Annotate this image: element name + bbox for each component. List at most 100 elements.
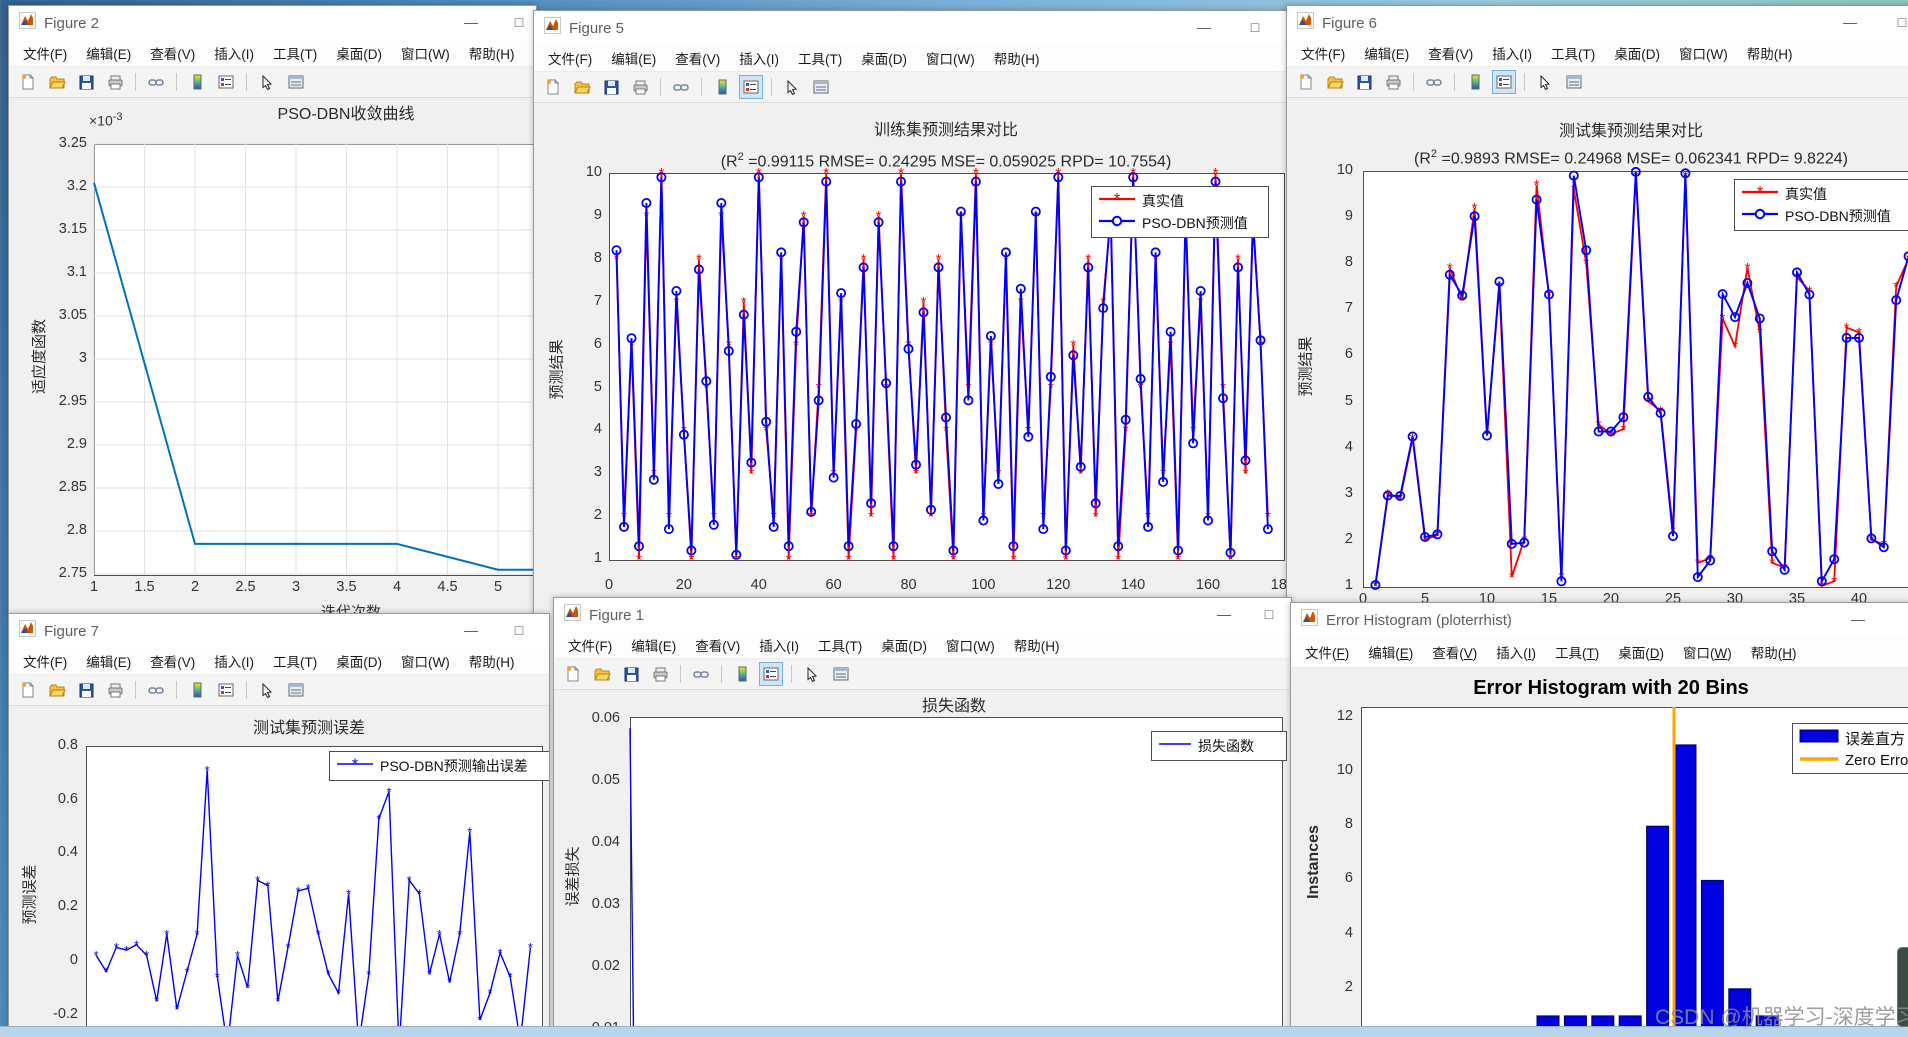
insert-legend-icon[interactable] bbox=[759, 662, 783, 686]
minimize-button[interactable]: — bbox=[456, 10, 486, 34]
titlebar-figure-2[interactable]: Figure 2 — □ bbox=[9, 6, 536, 40]
save-icon[interactable] bbox=[1352, 70, 1376, 94]
titlebar-figure-5[interactable]: Figure 5 — □ bbox=[534, 11, 1291, 45]
menu-item-编辑E[interactable]: 编辑(E) bbox=[86, 43, 131, 63]
print-icon[interactable] bbox=[103, 678, 127, 702]
menu-item-编辑E[interactable]: 编辑(E) bbox=[611, 48, 656, 68]
cursor-arrow-icon[interactable] bbox=[800, 662, 824, 686]
menu-item-文件F[interactable]: 文件(F) bbox=[1301, 43, 1345, 63]
maximize-button[interactable]: □ bbox=[1240, 15, 1270, 39]
open-folder-icon[interactable] bbox=[570, 75, 594, 99]
menu-item-工具T[interactable]: 工具(T) bbox=[818, 635, 862, 655]
new-document-icon[interactable] bbox=[541, 75, 565, 99]
new-document-icon[interactable] bbox=[16, 70, 40, 94]
legend-box[interactable]: * 真实值 PSO-DBN预测值 bbox=[1734, 179, 1908, 231]
print-icon[interactable] bbox=[103, 70, 127, 94]
menu-item-帮助H[interactable]: 帮助(H) bbox=[469, 651, 515, 671]
cursor-arrow-icon[interactable] bbox=[255, 678, 279, 702]
link-plots-icon[interactable] bbox=[144, 678, 168, 702]
cursor-arrow-icon[interactable] bbox=[1533, 70, 1557, 94]
menu-item-窗口W[interactable]: 窗口(W) bbox=[1683, 642, 1732, 662]
new-document-icon[interactable] bbox=[1294, 70, 1318, 94]
titlebar-error-histogram[interactable]: Error Histogram (ploterrhist) — bbox=[1291, 603, 1908, 637]
property-inspector-icon[interactable] bbox=[809, 75, 833, 99]
insert-legend-icon[interactable] bbox=[739, 75, 763, 99]
cursor-arrow-icon[interactable] bbox=[780, 75, 804, 99]
menu-item-文件F[interactable]: 文件(F) bbox=[23, 651, 67, 671]
minimize-button[interactable]: — bbox=[1189, 15, 1219, 39]
minimize-button[interactable]: — bbox=[456, 618, 486, 642]
menu-item-桌面D[interactable]: 桌面(D) bbox=[881, 635, 927, 655]
taskbar[interactable] bbox=[0, 1026, 1908, 1037]
menu-item-插入I[interactable]: 插入(I) bbox=[1492, 43, 1532, 63]
property-inspector-icon[interactable] bbox=[1562, 70, 1586, 94]
menu-item-查看V[interactable]: 查看(V) bbox=[1432, 642, 1477, 662]
print-icon[interactable] bbox=[648, 662, 672, 686]
menu-item-桌面D[interactable]: 桌面(D) bbox=[1618, 642, 1664, 662]
menu-item-桌面D[interactable]: 桌面(D) bbox=[1614, 43, 1660, 63]
menu-item-插入I[interactable]: 插入(I) bbox=[214, 43, 254, 63]
menu-item-插入I[interactable]: 插入(I) bbox=[1496, 642, 1536, 662]
menu-item-窗口W[interactable]: 窗口(W) bbox=[926, 48, 975, 68]
menu-item-查看V[interactable]: 查看(V) bbox=[695, 635, 740, 655]
print-icon[interactable] bbox=[1381, 70, 1405, 94]
maximize-button[interactable]: □ bbox=[504, 10, 534, 34]
menu-item-工具T[interactable]: 工具(T) bbox=[798, 48, 842, 68]
menu-item-插入I[interactable]: 插入(I) bbox=[214, 651, 254, 671]
menu-item-编辑E[interactable]: 编辑(E) bbox=[1364, 43, 1409, 63]
menu-item-工具T[interactable]: 工具(T) bbox=[273, 43, 317, 63]
minimize-button[interactable]: — bbox=[1209, 602, 1239, 626]
link-plots-icon[interactable] bbox=[144, 70, 168, 94]
menu-item-桌面D[interactable]: 桌面(D) bbox=[336, 651, 382, 671]
menu-item-窗口W[interactable]: 窗口(W) bbox=[946, 635, 995, 655]
menu-item-帮助H[interactable]: 帮助(H) bbox=[1747, 43, 1793, 63]
insert-legend-icon[interactable] bbox=[1492, 70, 1516, 94]
insert-legend-icon[interactable] bbox=[214, 70, 238, 94]
colorbar-icon[interactable] bbox=[185, 70, 209, 94]
menu-item-工具T[interactable]: 工具(T) bbox=[1551, 43, 1595, 63]
menu-item-查看V[interactable]: 查看(V) bbox=[150, 43, 195, 63]
menu-item-工具T[interactable]: 工具(T) bbox=[273, 651, 317, 671]
minimize-button[interactable]: — bbox=[1835, 10, 1865, 34]
insert-legend-icon[interactable] bbox=[214, 678, 238, 702]
new-document-icon[interactable] bbox=[561, 662, 585, 686]
menu-item-帮助H[interactable]: 帮助(H) bbox=[469, 43, 515, 63]
plot-area[interactable] bbox=[86, 746, 543, 1031]
menu-item-帮助H[interactable]: 帮助(H) bbox=[994, 48, 1040, 68]
menu-item-文件F[interactable]: 文件(F) bbox=[548, 48, 592, 68]
property-inspector-icon[interactable] bbox=[284, 70, 308, 94]
property-inspector-icon[interactable] bbox=[829, 662, 853, 686]
titlebar-figure-1[interactable]: Figure 1 — □ bbox=[554, 598, 1291, 632]
maximize-button[interactable]: □ bbox=[1254, 602, 1284, 626]
colorbar-icon[interactable] bbox=[1463, 70, 1487, 94]
legend-box[interactable]: 误差直方 Zero Erro bbox=[1792, 723, 1908, 774]
menu-item-文件F[interactable]: 文件(F) bbox=[1305, 642, 1349, 662]
colorbar-icon[interactable] bbox=[185, 678, 209, 702]
menu-item-编辑E[interactable]: 编辑(E) bbox=[1368, 642, 1413, 662]
menu-item-编辑E[interactable]: 编辑(E) bbox=[631, 635, 676, 655]
menu-item-窗口W[interactable]: 窗口(W) bbox=[401, 43, 450, 63]
titlebar-figure-6[interactable]: Figure 6 — □ bbox=[1287, 6, 1908, 40]
colorbar-icon[interactable] bbox=[730, 662, 754, 686]
menu-item-插入I[interactable]: 插入(I) bbox=[759, 635, 799, 655]
menu-item-桌面D[interactable]: 桌面(D) bbox=[861, 48, 907, 68]
new-document-icon[interactable] bbox=[16, 678, 40, 702]
save-icon[interactable] bbox=[74, 678, 98, 702]
menu-item-帮助H[interactable]: 帮助(H) bbox=[1751, 642, 1797, 662]
property-inspector-icon[interactable] bbox=[284, 678, 308, 702]
menu-item-文件F[interactable]: 文件(F) bbox=[568, 635, 612, 655]
minimize-button[interactable]: — bbox=[1843, 607, 1873, 631]
save-icon[interactable] bbox=[74, 70, 98, 94]
open-folder-icon[interactable] bbox=[590, 662, 614, 686]
legend-box[interactable]: * 真实值 PSO-DBN预测值 bbox=[1091, 186, 1269, 238]
plot-area[interactable] bbox=[1363, 171, 1908, 588]
menu-item-插入I[interactable]: 插入(I) bbox=[739, 48, 779, 68]
menu-item-查看V[interactable]: 查看(V) bbox=[1428, 43, 1473, 63]
legend-box[interactable]: 损失函数 bbox=[1151, 731, 1287, 761]
save-icon[interactable] bbox=[599, 75, 623, 99]
cursor-arrow-icon[interactable] bbox=[255, 70, 279, 94]
maximize-button[interactable]: □ bbox=[504, 618, 534, 642]
link-plots-icon[interactable] bbox=[689, 662, 713, 686]
menu-item-文件F[interactable]: 文件(F) bbox=[23, 43, 67, 63]
menu-item-编辑E[interactable]: 编辑(E) bbox=[86, 651, 131, 671]
